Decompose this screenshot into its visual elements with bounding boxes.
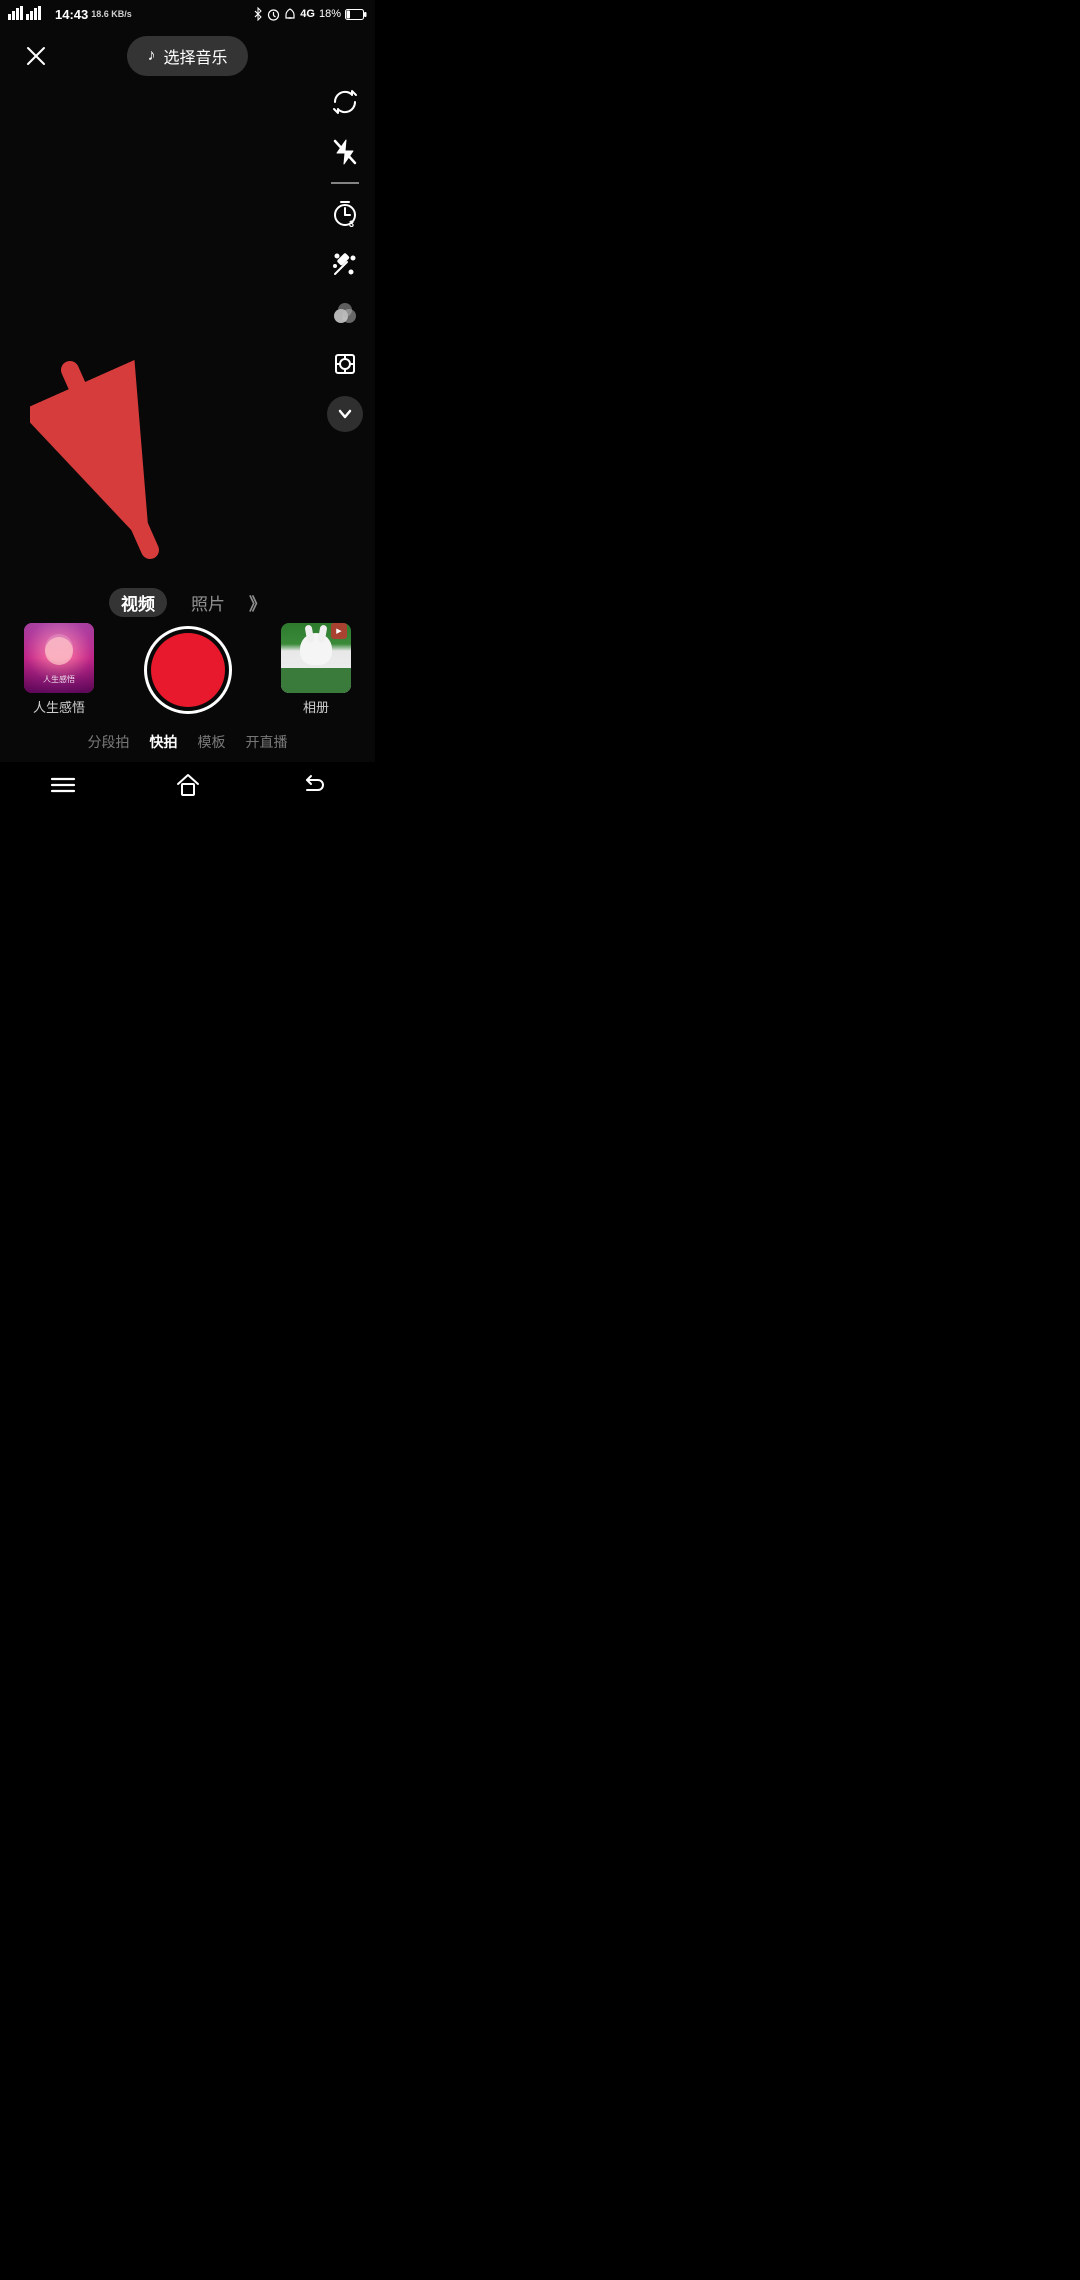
bottom-area: 视频 照片 》 人生感悟 人生感悟 (0, 580, 375, 812)
recent-video-label: 人生感悟 (33, 697, 85, 716)
album-container: ▶ 相册 (281, 623, 351, 716)
scan-focus-button[interactable] (323, 342, 367, 386)
tab-segment[interactable]: 分段拍 (88, 732, 130, 752)
sidebar-divider (331, 182, 359, 184)
tab-photo[interactable]: 照片 (187, 588, 229, 617)
close-button[interactable] (16, 36, 56, 76)
record-button-inner (151, 633, 225, 707)
thumbnail-image: 人生感悟 (24, 623, 94, 693)
tab-live[interactable]: 开直播 (246, 732, 288, 752)
tab-video[interactable]: 视频 (109, 588, 167, 617)
tab-quick[interactable]: 快拍 (150, 732, 178, 752)
nav-back-button[interactable] (291, 763, 335, 807)
album-image: ▶ (281, 623, 351, 693)
time-display: 14:43 (55, 7, 88, 22)
album-thumbnail[interactable]: ▶ (281, 623, 351, 693)
record-button-container (144, 626, 232, 714)
signal-text (8, 6, 48, 23)
timer-button[interactable]: 3 (323, 192, 367, 236)
nav-home-button[interactable] (166, 763, 210, 807)
filter-button[interactable] (323, 292, 367, 336)
record-row: 人生感悟 人生感悟 ▶ 相册 (0, 623, 375, 716)
svg-text:3: 3 (349, 219, 354, 228)
status-signal: 14:43 18.6 KB/s (8, 6, 132, 23)
nav-menu-button[interactable] (41, 763, 85, 807)
flip-camera-button[interactable] (323, 80, 367, 124)
status-icons: 4G 18% (253, 7, 367, 21)
more-icons-button[interactable] (327, 396, 363, 432)
right-sidebar: 3 (323, 80, 367, 432)
music-select-button[interactable]: ♪ 选择音乐 (127, 36, 247, 76)
album-label: 相册 (303, 697, 329, 716)
status-bar: 14:43 18.6 KB/s 4G 18% (0, 0, 375, 28)
music-button-label: 选择音乐 (163, 44, 227, 68)
beauty-button[interactable] (323, 242, 367, 286)
sub-mode-tabs: 分段拍 快拍 模板 开直播 (0, 724, 375, 762)
battery-percent: 18% (319, 8, 341, 20)
nav-bar (0, 762, 375, 812)
tab-template[interactable]: 模板 (198, 732, 226, 752)
mode-tabs: 视频 照片 》 (0, 580, 375, 623)
network-type: 4G (300, 8, 315, 20)
tab-more[interactable]: 》 (249, 590, 266, 615)
top-bar: ♪ 选择音乐 (0, 28, 375, 84)
recent-video-container: 人生感悟 人生感悟 (24, 623, 94, 716)
network-speed: 18.6 KB/s (91, 9, 132, 19)
record-button[interactable] (144, 626, 232, 714)
recent-video-thumbnail[interactable]: 人生感悟 (24, 623, 94, 693)
flash-button[interactable] (323, 130, 367, 174)
music-note-icon: ♪ (147, 47, 155, 65)
